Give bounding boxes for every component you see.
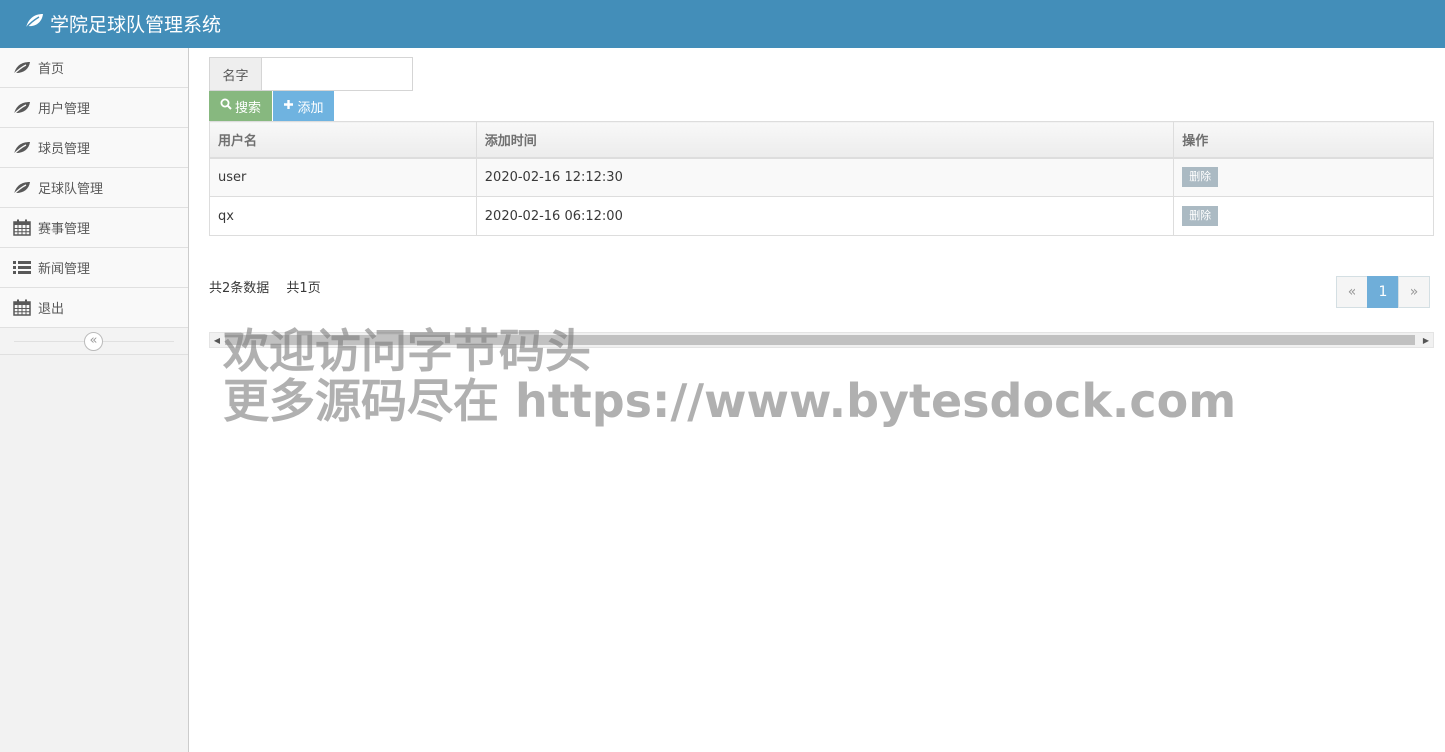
sidebar-collapse-button[interactable]: « <box>84 332 103 351</box>
column-header-added-time[interactable]: 添加时间 <box>475 121 1175 159</box>
sidebar-item-logout[interactable]: 退出 <box>0 288 188 328</box>
actions-cell: 删除 <box>1173 196 1434 236</box>
sidebar-item-label: 用户管理 <box>38 102 91 117</box>
add-button-label: 添加 <box>297 100 324 116</box>
name-search-input[interactable] <box>262 57 413 91</box>
leaf-icon <box>24 12 50 34</box>
pagination: « 1 » <box>1336 276 1430 308</box>
list-icon <box>12 260 31 276</box>
sidebar-item-home[interactable]: 首页 <box>0 48 188 88</box>
sidebar-item-label: 足球队管理 <box>38 182 104 197</box>
plus-icon <box>283 99 294 114</box>
column-header-username[interactable]: 用户名 <box>209 121 477 159</box>
app-title: 学院足球队管理系统 <box>50 13 222 36</box>
next-page-button[interactable]: » <box>1398 276 1430 308</box>
sidebar-item-players[interactable]: 球员管理 <box>0 128 188 168</box>
sidebar-item-news[interactable]: 新闻管理 <box>0 248 188 288</box>
column-header-actions: 操作 <box>1173 121 1434 159</box>
added-time-cell: 2020-02-16 12:12:30 <box>475 157 1175 197</box>
page-button-current[interactable]: 1 <box>1367 276 1399 308</box>
username-cell: qx <box>209 196 477 236</box>
scroll-right-arrow-icon[interactable]: ▶ <box>1419 333 1433 347</box>
search-field-label: 名字 <box>209 57 262 91</box>
scroll-left-arrow-icon[interactable]: ◀ <box>210 333 224 347</box>
search-button-label: 搜索 <box>234 100 261 116</box>
prev-page-button[interactable]: « <box>1336 276 1368 308</box>
search-group: 名字 <box>209 57 413 91</box>
horizontal-scrollbar[interactable]: ◀ ▶ <box>209 332 1434 348</box>
main-content: 名字 搜索 添加 用户名 添加时间 操作 user 2020-02-16 12:… <box>189 48 1445 752</box>
search-icon <box>220 98 232 114</box>
sidebar-item-label: 赛事管理 <box>38 222 91 237</box>
sidebar: 首页 用户管理 球员管理 足球队管理 赛事管理 新闻管理 退出 « <box>0 48 189 752</box>
delete-button[interactable]: 删除 <box>1182 167 1219 188</box>
leaf-icon <box>12 100 31 116</box>
sidebar-item-users[interactable]: 用户管理 <box>0 88 188 128</box>
user-table: 用户名 添加时间 操作 user 2020-02-16 12:12:30 删除 … <box>209 121 1434 236</box>
scrollbar-thumb[interactable] <box>225 335 1415 345</box>
table-row: qx 2020-02-16 06:12:00 删除 <box>209 196 1434 236</box>
delete-button[interactable]: 删除 <box>1182 206 1219 226</box>
total-records: 共2条数据 <box>209 281 270 296</box>
actions-cell: 删除 <box>1173 157 1434 197</box>
leaf-icon <box>12 60 31 76</box>
sidebar-collapse-row: « <box>0 328 188 355</box>
sidebar-item-matches[interactable]: 赛事管理 <box>0 208 188 248</box>
sidebar-item-label: 首页 <box>38 62 65 77</box>
sidebar-item-label: 退出 <box>38 302 65 317</box>
leaf-icon <box>12 140 31 156</box>
calendar-icon <box>12 219 31 236</box>
top-navbar: 学院足球队管理系统 <box>0 0 1445 48</box>
add-button[interactable]: 添加 <box>273 91 334 121</box>
sidebar-item-label: 球员管理 <box>38 142 91 157</box>
added-time-cell: 2020-02-16 06:12:00 <box>475 196 1175 236</box>
record-summary: 共2条数据 共1页 <box>209 277 334 296</box>
username-cell: user <box>209 157 477 197</box>
search-button[interactable]: 搜索 <box>209 91 272 121</box>
total-pages: 共1页 <box>286 281 321 296</box>
table-header-row: 用户名 添加时间 操作 <box>209 121 1434 159</box>
calendar-icon <box>12 299 31 316</box>
leaf-icon <box>12 180 31 196</box>
sidebar-item-teams[interactable]: 足球队管理 <box>0 168 188 208</box>
table-row: user 2020-02-16 12:12:30 删除 <box>209 157 1434 197</box>
app-brand[interactable]: 学院足球队管理系统 <box>24 9 221 37</box>
sidebar-item-label: 新闻管理 <box>38 262 91 277</box>
